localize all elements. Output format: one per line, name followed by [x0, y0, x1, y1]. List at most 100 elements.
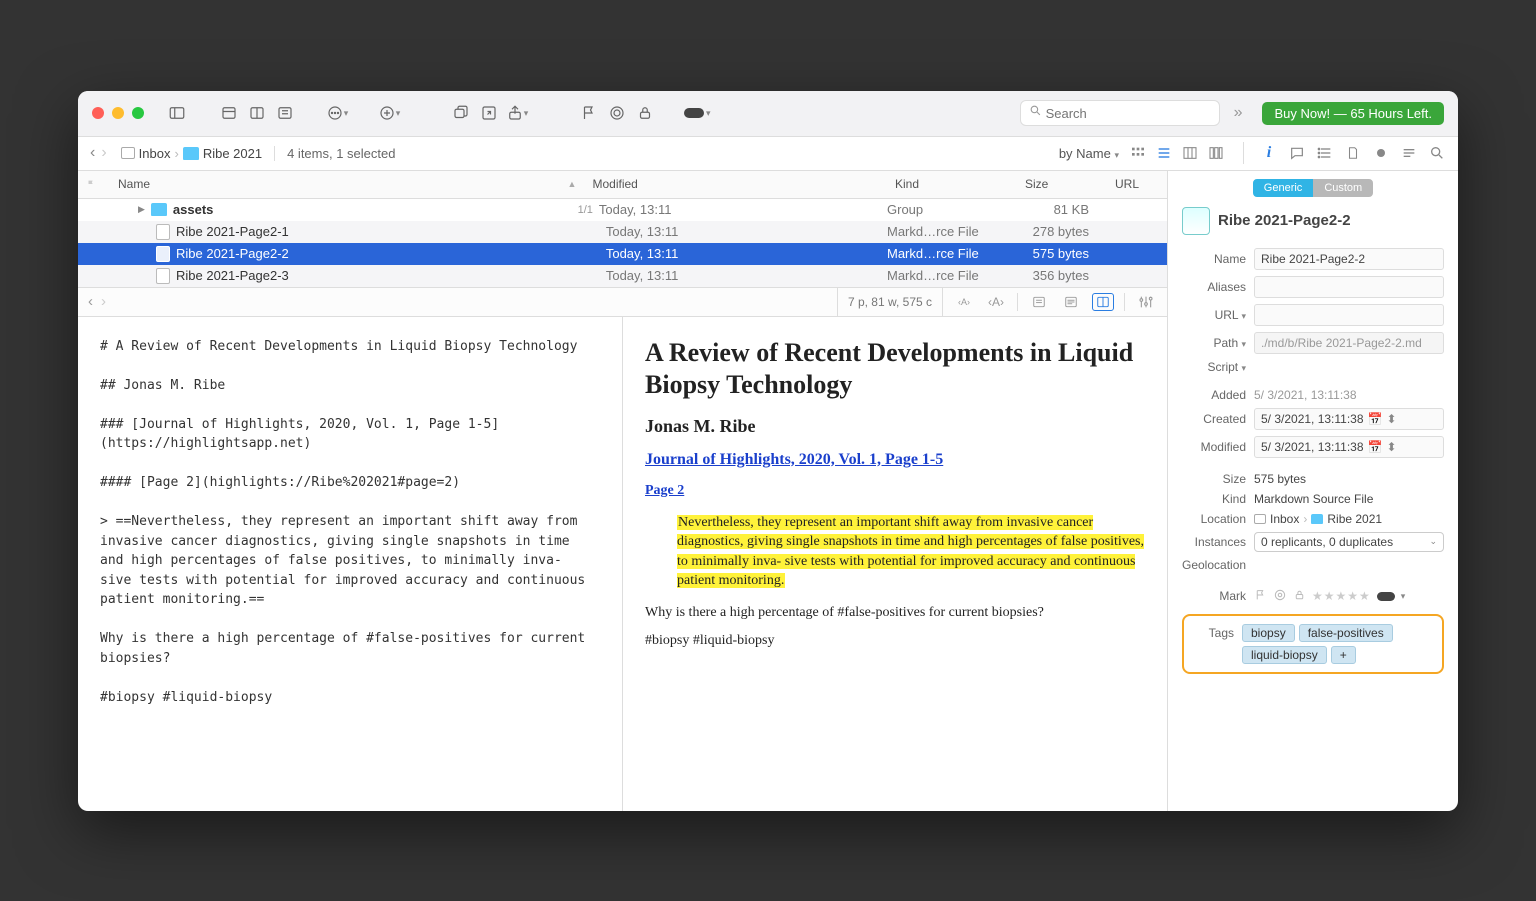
- modified-field[interactable]: 5/ 3/2021, 13:11:38📅⬍: [1254, 436, 1444, 458]
- tag[interactable]: liquid-biopsy: [1242, 646, 1327, 664]
- url-field[interactable]: [1254, 304, 1444, 326]
- flag-icon[interactable]: [576, 102, 602, 124]
- settings-icon[interactable]: [1135, 293, 1157, 311]
- segment-custom[interactable]: Custom: [1313, 179, 1373, 197]
- search-icon: [1029, 104, 1042, 122]
- source-pane[interactable]: # A Review of Recent Developments in Liq…: [78, 317, 623, 811]
- minimize-window[interactable]: [112, 107, 124, 119]
- file-row[interactable]: ▶assets1/1 Today, 13:11 Group 81 KB: [78, 199, 1167, 221]
- segment-generic[interactable]: Generic: [1253, 179, 1314, 197]
- breadcrumb-folder[interactable]: Ribe 2021: [183, 146, 262, 161]
- preview-h2: Jonas M. Ribe: [645, 416, 1145, 437]
- editor-back[interactable]: ‹: [88, 293, 93, 310]
- added-value: 5/ 3/2021, 13:11:38: [1254, 388, 1444, 402]
- label-added: Added: [1182, 388, 1246, 402]
- windows-icon[interactable]: [448, 102, 474, 124]
- crumb-label: Inbox: [139, 146, 171, 161]
- breadcrumb-inbox[interactable]: Inbox: [121, 146, 171, 161]
- label-color-icon[interactable]: ▾: [684, 102, 711, 124]
- font-smaller-icon[interactable]: ‹A›: [953, 293, 975, 311]
- tag-add-button[interactable]: +: [1331, 646, 1356, 664]
- open-external-icon[interactable]: [476, 102, 502, 124]
- col-name[interactable]: Name▲: [110, 177, 584, 191]
- instances-select[interactable]: 0 replicants, 0 duplicates⌄: [1254, 532, 1444, 552]
- path-field[interactable]: [1254, 332, 1444, 354]
- mark-target-icon[interactable]: [1273, 588, 1287, 605]
- crumb-label: Ribe 2021: [203, 146, 262, 161]
- search-field[interactable]: [1020, 100, 1220, 126]
- col-kind[interactable]: Kind: [887, 177, 1017, 191]
- view-preview-icon[interactable]: [1060, 293, 1082, 311]
- view-mode-2-icon[interactable]: [244, 102, 270, 124]
- maximize-window[interactable]: [132, 107, 144, 119]
- preview-h1: A Review of Recent Developments in Liqui…: [645, 337, 1145, 402]
- annotations-tab-icon[interactable]: [1288, 144, 1306, 162]
- record-tab-icon[interactable]: [1372, 144, 1390, 162]
- view-gallery-icon[interactable]: [1207, 145, 1227, 161]
- view-mode-1-icon[interactable]: [216, 102, 242, 124]
- tag[interactable]: biopsy: [1242, 624, 1295, 642]
- share-icon[interactable]: ▾: [504, 102, 530, 124]
- search-input[interactable]: [1046, 106, 1211, 121]
- document-tab-icon[interactable]: [1344, 144, 1362, 162]
- file-modified: Today, 13:11: [606, 224, 887, 239]
- font-larger-icon[interactable]: ‹A›: [985, 293, 1007, 311]
- rating-stars[interactable]: ★★★★★: [1312, 589, 1371, 603]
- inspector-panel: Generic Custom Ribe 2021-Page2-2 Name Al…: [1168, 171, 1458, 811]
- mark-flag-icon[interactable]: [1254, 588, 1267, 605]
- overflow-icon[interactable]: »: [1234, 104, 1243, 122]
- close-window[interactable]: [92, 107, 104, 119]
- view-columns-icon[interactable]: [1181, 145, 1201, 161]
- search-tab-icon[interactable]: [1428, 144, 1446, 162]
- buy-now-button[interactable]: Buy Now! — 65 Hours Left.: [1262, 102, 1444, 125]
- inbox-icon: [121, 147, 135, 159]
- view-mode-3-icon[interactable]: [272, 102, 298, 124]
- calendar-icon[interactable]: 📅: [1368, 412, 1383, 426]
- text-tab-icon[interactable]: [1400, 144, 1418, 162]
- target-icon[interactable]: [604, 102, 630, 124]
- lock-icon[interactable]: [632, 102, 658, 124]
- sidebar-toggle-icon[interactable]: [164, 102, 190, 124]
- name-field[interactable]: [1254, 248, 1444, 270]
- actions-menu-icon[interactable]: ▾: [324, 102, 350, 124]
- mark-menu-icon[interactable]: ▾: [1401, 591, 1406, 602]
- file-kind: Markd…rce File: [887, 246, 1017, 261]
- col-modified[interactable]: Modified: [584, 177, 887, 191]
- stepper-icon[interactable]: ⬍: [1387, 412, 1397, 426]
- markdown-file-icon: [156, 224, 170, 240]
- file-row[interactable]: Ribe 2021-Page2-3 Today, 13:11 Markd…rce…: [78, 265, 1167, 287]
- calendar-icon[interactable]: 📅: [1368, 440, 1383, 454]
- view-grid-icon[interactable]: [1129, 145, 1149, 161]
- disclosure-icon[interactable]: ▶: [138, 204, 145, 215]
- view-source-icon[interactable]: [1028, 293, 1050, 311]
- location-crumb[interactable]: Inbox › Ribe 2021: [1254, 512, 1382, 526]
- stepper-icon[interactable]: ⬍: [1387, 440, 1397, 454]
- label-geolocation: Geolocation: [1182, 558, 1246, 572]
- view-split-icon[interactable]: [1092, 293, 1114, 311]
- info-tab-icon[interactable]: i: [1260, 144, 1278, 162]
- aliases-field[interactable]: [1254, 276, 1444, 298]
- tags-section: Tags biopsy false-positives liquid-biops…: [1182, 614, 1444, 674]
- label-location: Location: [1182, 512, 1246, 526]
- label-aliases: Aliases: [1182, 280, 1246, 294]
- file-rows: ▶assets1/1 Today, 13:11 Group 81 KB Ribe…: [78, 199, 1167, 287]
- new-item-icon[interactable]: ▾: [376, 102, 402, 124]
- created-field[interactable]: 5/ 3/2021, 13:11:38📅⬍: [1254, 408, 1444, 430]
- file-row[interactable]: Ribe 2021-Page2-2 Today, 13:11 Markd…rce…: [78, 243, 1167, 265]
- editor-forward[interactable]: ›: [101, 293, 106, 310]
- preview-link-page[interactable]: Page 2: [645, 483, 1145, 499]
- editor-toolbar: ‹ › 7 p, 81 w, 575 c ‹A› ‹A›: [78, 287, 1167, 317]
- toc-tab-icon[interactable]: [1316, 144, 1334, 162]
- mark-lock-icon[interactable]: [1293, 588, 1306, 605]
- view-list-icon[interactable]: [1155, 145, 1175, 161]
- sort-dropdown[interactable]: by Name ▾: [1059, 146, 1119, 161]
- file-row[interactable]: Ribe 2021-Page2-1 Today, 13:11 Markd…rce…: [78, 221, 1167, 243]
- nav-forward[interactable]: ›: [101, 144, 106, 162]
- nav-back[interactable]: ‹: [90, 144, 95, 162]
- col-size[interactable]: Size: [1017, 177, 1107, 191]
- mark-label-pill[interactable]: [1377, 592, 1395, 601]
- tag[interactable]: false-positives: [1299, 624, 1393, 642]
- preview-link-journal[interactable]: Journal of Highlights, 2020, Vol. 1, Pag…: [645, 451, 1145, 469]
- col-url[interactable]: URL: [1107, 177, 1167, 191]
- col-flag[interactable]: [78, 178, 110, 190]
